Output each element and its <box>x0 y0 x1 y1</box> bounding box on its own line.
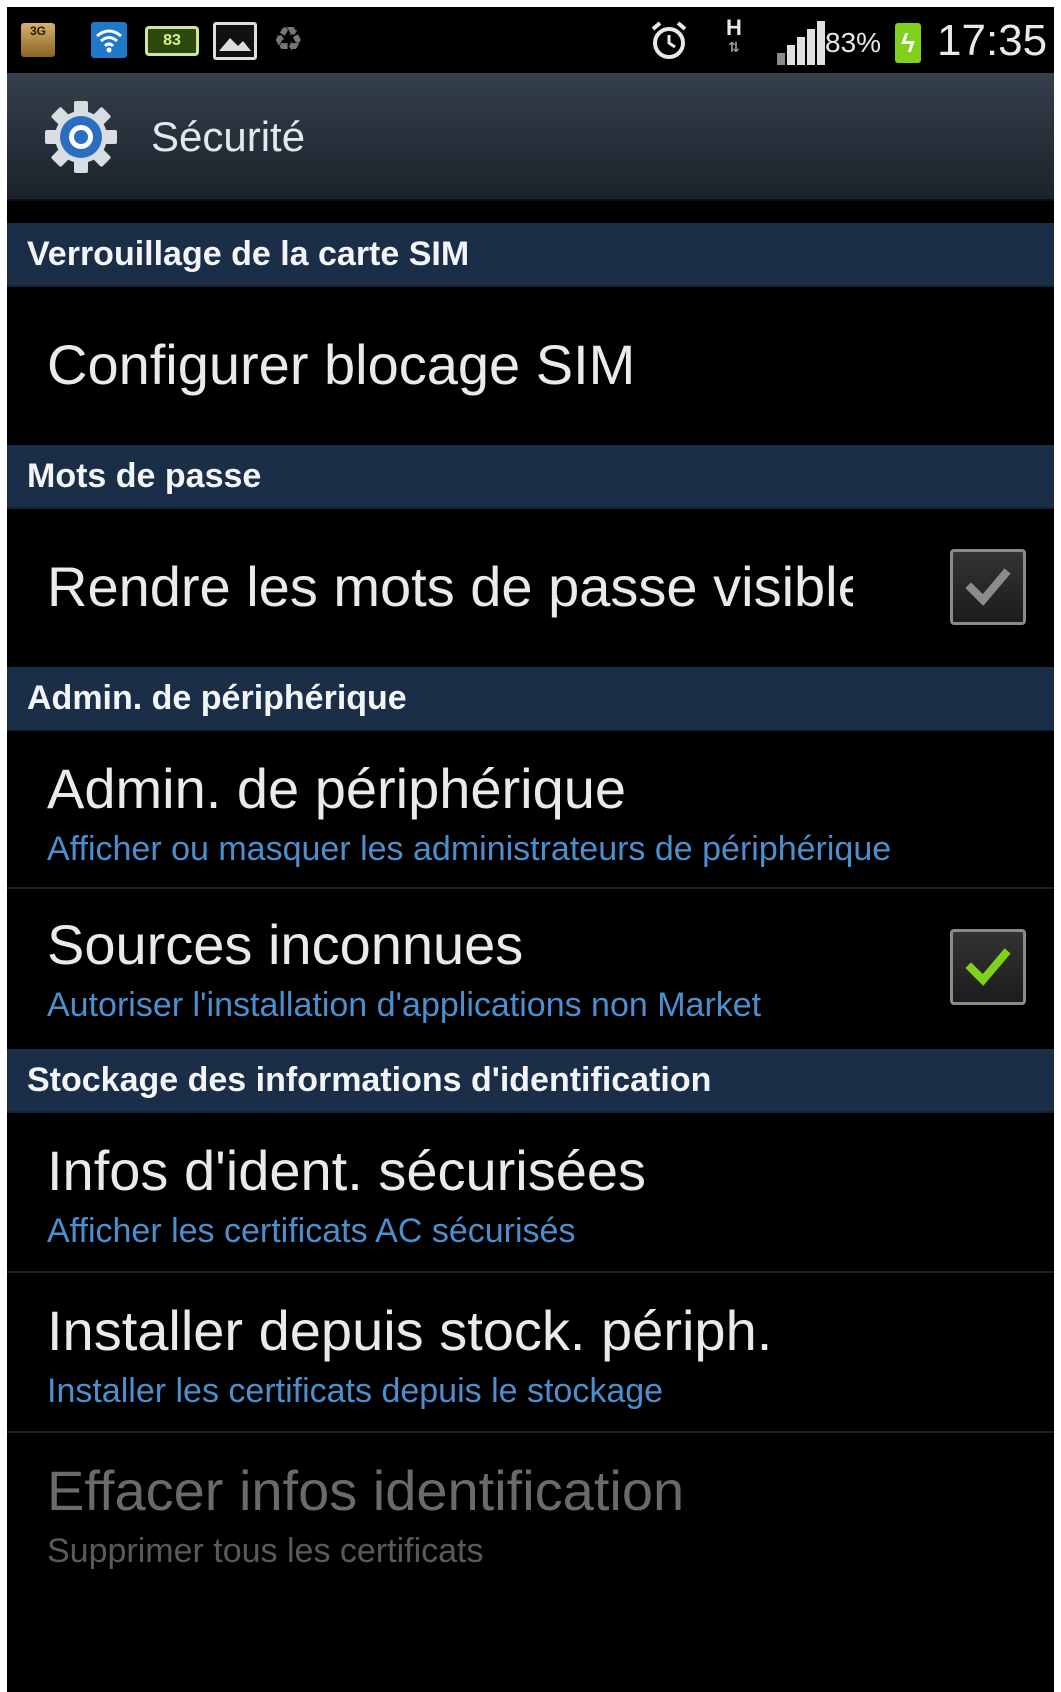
section-label: Admin. de périphérique <box>27 679 407 717</box>
unknown-sources-checkbox[interactable] <box>950 929 1026 1005</box>
h-data-label: H <box>726 15 742 40</box>
3g-icon: 3G <box>21 23 55 57</box>
section-header-device-admin: Admin. de périphérique <box>7 667 1054 731</box>
list-item-install-from-storage[interactable]: Installer depuis stock. périph. Installe… <box>7 1271 1054 1431</box>
image-icon <box>213 22 257 60</box>
list-item-configure-sim-lock[interactable]: Configurer blocage SIM <box>7 287 1054 443</box>
section-header-passwords: Mots de passe <box>7 445 1054 509</box>
recycle-icon: ♻ <box>273 21 304 59</box>
clock: 17:35 <box>937 16 1048 65</box>
section-label: Verrouillage de la carte SIM <box>27 235 470 273</box>
list-item-summary: Supprimer tous les certificats <box>47 1532 484 1570</box>
list-item-summary: Installer les certificats depuis le stoc… <box>47 1372 664 1410</box>
phone-screen: 3G 83 ♻ H ⇅ 83% ϟ 17:35 Sécurité Verroui… <box>7 7 1054 1692</box>
list-item-unknown-sources[interactable]: Sources inconnues Autoriser l'installati… <box>7 887 1054 1047</box>
list-item-title: Admin. de périphérique <box>47 757 627 820</box>
list-item-trusted-credentials[interactable]: Infos d'ident. sécurisées Afficher les c… <box>7 1113 1054 1271</box>
action-bar: Sécurité <box>7 73 1054 201</box>
gear-icon[interactable] <box>43 99 119 175</box>
battery-percent: 83% <box>825 27 882 58</box>
status-bar: 3G 83 ♻ H ⇅ 83% ϟ 17:35 <box>7 7 1054 73</box>
h-data-icon: H ⇅ <box>719 15 749 56</box>
list-item-title: Configurer blocage SIM <box>47 333 636 396</box>
signal-icon <box>777 21 825 65</box>
list-item-summary: Autoriser l'installation d'applications … <box>47 986 762 1024</box>
list-item-title: Effacer infos identification <box>47 1459 685 1522</box>
list-item-title: Infos d'ident. sécurisées <box>47 1139 647 1202</box>
list-item-title: Installer depuis stock. périph. <box>47 1299 773 1362</box>
data-arrows-icon: ⇅ <box>728 39 740 55</box>
page-title: Sécurité <box>151 113 306 160</box>
list-item-title: Sources inconnues <box>47 913 524 976</box>
show-passwords-checkbox[interactable] <box>950 549 1026 625</box>
section-header-sim-lock: Verrouillage de la carte SIM <box>7 223 1054 287</box>
section-label: Stockage des informations d'identificati… <box>27 1061 712 1099</box>
list-item-summary: Afficher ou masquer les administrateurs … <box>47 830 892 868</box>
section-header-credential-storage: Stockage des informations d'identificati… <box>7 1049 1054 1113</box>
list-item-title: Rendre les mots de passe visibles <box>47 555 853 618</box>
wifi-icon <box>91 22 127 58</box>
section-label: Mots de passe <box>27 457 262 495</box>
list-item-device-admin[interactable]: Admin. de périphérique Afficher ou masqu… <box>7 731 1054 887</box>
battery-charging-icon: ϟ <box>895 23 921 63</box>
battery-notification-icon: 83 <box>145 26 199 56</box>
list-item-show-passwords[interactable]: Rendre les mots de passe visibles <box>7 509 1054 665</box>
alarm-icon <box>647 19 691 63</box>
list-item-clear-credentials: Effacer infos identification Supprimer t… <box>7 1431 1054 1692</box>
list-item-summary: Afficher les certificats AC sécurisés <box>47 1212 576 1250</box>
